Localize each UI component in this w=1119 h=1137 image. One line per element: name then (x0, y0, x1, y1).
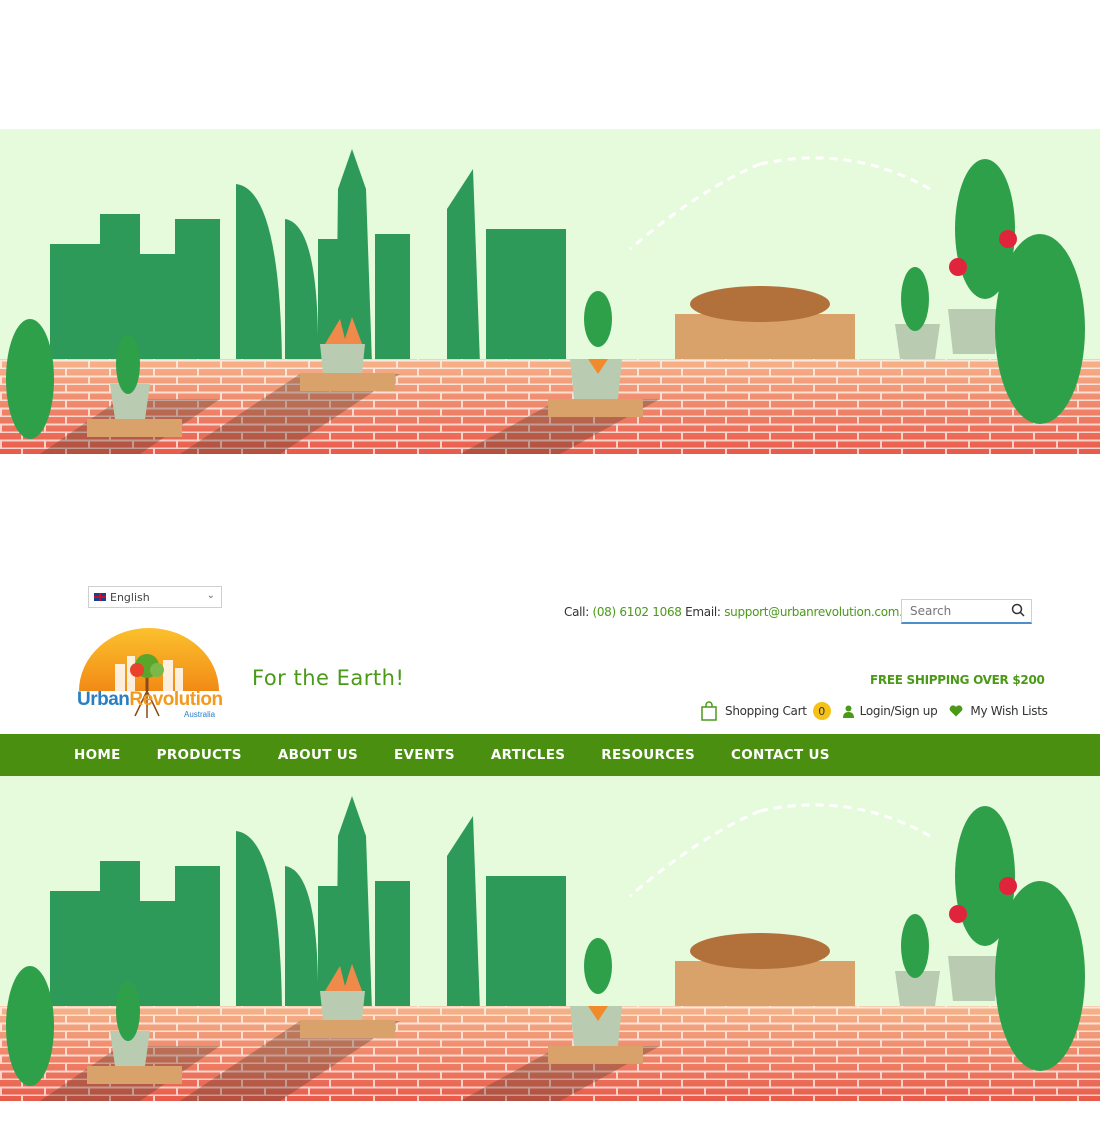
nav-contact-us[interactable]: CONTACT US (731, 747, 830, 763)
nav-about-us[interactable]: ABOUT US (278, 747, 358, 763)
hero-banner-top (0, 129, 1100, 454)
wishlist-label: My Wish Lists (970, 704, 1048, 718)
nav-articles[interactable]: ARTICLES (491, 747, 565, 763)
shopping-bag-icon (701, 701, 717, 721)
heart-icon (950, 705, 963, 717)
uk-flag-icon (94, 593, 106, 601)
utility-links: Shopping Cart 0 Login/Sign up My Wish Li… (700, 701, 1048, 721)
nav-resources[interactable]: RESOURCES (601, 747, 695, 763)
logo-wordmark: UrbanRevolution (77, 689, 223, 711)
email-label: Email: (685, 605, 721, 619)
cart-count-badge: 0 (812, 702, 831, 720)
email-link[interactable]: support@urbanrevolution.com.au (724, 605, 917, 619)
main-navigation: HOME PRODUCTS ABOUT US EVENTS ARTICLES R… (0, 734, 1100, 776)
login-link[interactable]: Login/Sign up (842, 704, 938, 718)
tagline: For the Earth! (252, 666, 405, 690)
nav-products[interactable]: PRODUCTS (157, 747, 242, 763)
shopping-cart-link[interactable]: Shopping Cart 0 (700, 701, 843, 721)
user-icon (842, 705, 854, 718)
language-select[interactable]: English ⌄ (88, 586, 222, 608)
search-icon[interactable] (1011, 603, 1025, 622)
free-shipping-banner: FREE SHIPPING OVER $200 (870, 673, 1045, 687)
call-label: Call: (564, 605, 589, 619)
logo-subtitle: Australia (184, 710, 216, 719)
search-box (901, 599, 1032, 624)
contact-info: Call: (08) 6102 1068 Email: support@urba… (564, 605, 917, 619)
logo-word-urban: Urban (77, 689, 130, 710)
nav-events[interactable]: EVENTS (394, 747, 455, 763)
chevron-down-icon: ⌄ (206, 590, 215, 601)
urban-garden-illustration (0, 129, 1100, 454)
language-label: English (110, 590, 150, 604)
hero-banner-bottom (0, 776, 1100, 1101)
nav-home[interactable]: HOME (74, 747, 121, 763)
cart-label: Shopping Cart (725, 704, 807, 718)
phone-link[interactable]: (08) 6102 1068 (592, 605, 681, 619)
login-label: Login/Sign up (859, 704, 938, 718)
search-input[interactable] (902, 600, 1006, 622)
urban-garden-illustration-2 (0, 776, 1100, 1101)
logo-word-revolution: Revolution (129, 689, 223, 710)
wishlist-link[interactable]: My Wish Lists (949, 704, 1048, 718)
